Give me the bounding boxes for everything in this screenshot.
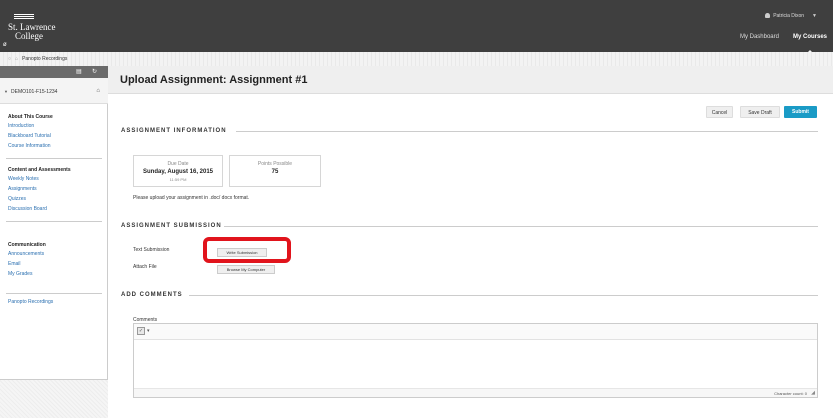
top-header: St. Lawrence College ø Patricia Dixon ▼ M…: [0, 0, 833, 52]
section-divider: [236, 131, 818, 132]
comments-editor[interactable]: ✓ ▾ Character count: 0 ◢: [133, 323, 818, 398]
attach-file-label: Attach File: [133, 264, 157, 270]
course-header[interactable]: ▼ DEMO101-F15-1234 ⌂: [0, 78, 108, 104]
breadcrumb-current[interactable]: Panopto Recordings: [22, 56, 67, 62]
page-title-bar: Upload Assignment: Assignment #1: [108, 66, 833, 94]
home-icon[interactable]: ⌂: [15, 56, 18, 62]
tab-my-dashboard[interactable]: My Dashboard: [740, 34, 779, 40]
sidebar-item-course-information[interactable]: Course Information: [8, 143, 100, 149]
due-time-value: 11:59 PM: [169, 177, 187, 182]
nav-divider: [6, 221, 102, 222]
save-draft-button[interactable]: Save Draft: [740, 106, 780, 118]
section-divider: [189, 295, 818, 296]
folder-view-icon[interactable]: ▤: [76, 68, 82, 75]
corner-glyph-icon: ø: [3, 42, 7, 48]
menu-toolbar: ▤ ↻: [0, 66, 108, 78]
browse-my-computer-button[interactable]: Browse My Computer: [217, 265, 275, 274]
assignment-instructions: Please upload your assignment in .doc/ d…: [133, 195, 250, 201]
nav-section-content: Content and Assessments Weekly Notes Ass…: [8, 167, 100, 216]
points-possible-box: Points Possible 75: [229, 155, 321, 187]
sidebar-item-email[interactable]: Email: [8, 261, 100, 267]
nav-heading: Content and Assessments: [8, 167, 71, 173]
nav-section-about: About This Course Introduction Blackboar…: [8, 114, 100, 153]
points-possible-label: Points Possible: [257, 161, 293, 167]
user-icon: [765, 13, 771, 18]
assignment-submission-heading: ASSIGNMENT SUBMISSION: [121, 223, 222, 229]
sidebar-item-blackboard-tutorial[interactable]: Blackboard Tutorial: [8, 133, 100, 139]
page-title: Upload Assignment: Assignment #1: [120, 74, 308, 86]
sidebar-item-panopto-recordings[interactable]: Panopto Recordings: [8, 299, 100, 305]
sidebar-item-quizzes[interactable]: Quizzes: [8, 196, 100, 202]
course-menu-panel: ▤ ↻ ▼ DEMO101-F15-1234 ⌂ About This Cour…: [0, 66, 108, 418]
spellcheck-icon[interactable]: ✓: [137, 327, 145, 335]
highlight-box: [203, 237, 291, 263]
due-date-box: Due Date Sunday, August 16, 2015 11:59 P…: [133, 155, 223, 187]
sidebar-item-discussion-board[interactable]: Discussion Board: [8, 206, 100, 212]
tab-my-courses[interactable]: My Courses: [793, 34, 827, 40]
due-date-value: Sunday, August 16, 2015: [142, 169, 214, 175]
user-menu[interactable]: Patricia Dixon ▼: [765, 13, 817, 19]
submit-button[interactable]: Submit: [784, 106, 817, 118]
user-name: Patricia Dixon: [773, 13, 805, 19]
editor-toolbar: ✓ ▾: [134, 324, 817, 340]
nav-divider: [6, 293, 102, 294]
text-submission-label: Text Submission: [133, 247, 170, 253]
sidebar-item-introduction[interactable]: Introduction: [8, 123, 100, 129]
sidebar-item-weekly-notes[interactable]: Weekly Notes: [8, 176, 100, 182]
college-logo[interactable]: St. Lawrence College: [8, 14, 55, 41]
refresh-icon[interactable]: ○: [8, 56, 11, 62]
top-tabs: My Dashboard My Courses: [726, 34, 827, 40]
course-id: DEMO101-F15-1234: [11, 89, 58, 95]
logo-mark-icon: [14, 14, 34, 20]
nav-section-panopto: Panopto Recordings: [8, 299, 100, 309]
course-menu: ▼ DEMO101-F15-1234 ⌂ About This Course I…: [0, 78, 108, 380]
assignment-information-heading: ASSIGNMENT INFORMATION: [121, 128, 227, 134]
nav-divider: [6, 158, 102, 159]
sidebar-item-my-grades[interactable]: My Grades: [8, 271, 100, 277]
sidebar-item-assignments[interactable]: Assignments: [8, 186, 100, 192]
add-comments-heading: ADD COMMENTS: [121, 292, 183, 298]
character-count: Character count: 0: [774, 391, 807, 396]
editor-footer: Character count: 0 ◢: [134, 388, 817, 397]
sidebar-item-announcements[interactable]: Announcements: [8, 251, 100, 257]
cancel-button[interactable]: Cancel: [706, 106, 733, 118]
chevron-down-icon[interactable]: ▼: [812, 13, 817, 19]
college-name-line2: College: [15, 31, 43, 41]
nav-heading: Communication: [8, 242, 46, 248]
collapse-triangle-icon[interactable]: ▼: [4, 89, 8, 94]
nav-section-communication: Communication Announcements Email My Gra…: [8, 242, 100, 281]
resize-grip-icon[interactable]: ◢: [811, 390, 815, 396]
course-home-icon[interactable]: ⌂: [96, 88, 100, 94]
spellcheck-dropdown-icon[interactable]: ▾: [147, 328, 150, 334]
section-divider: [224, 226, 818, 227]
breadcrumb: ○ ⌂ Panopto Recordings: [0, 52, 833, 66]
nav-heading: About This Course: [8, 114, 53, 120]
due-date-label: Due Date: [167, 161, 189, 167]
refresh-menu-icon[interactable]: ↻: [92, 68, 97, 75]
points-possible-value: 75: [271, 169, 279, 175]
